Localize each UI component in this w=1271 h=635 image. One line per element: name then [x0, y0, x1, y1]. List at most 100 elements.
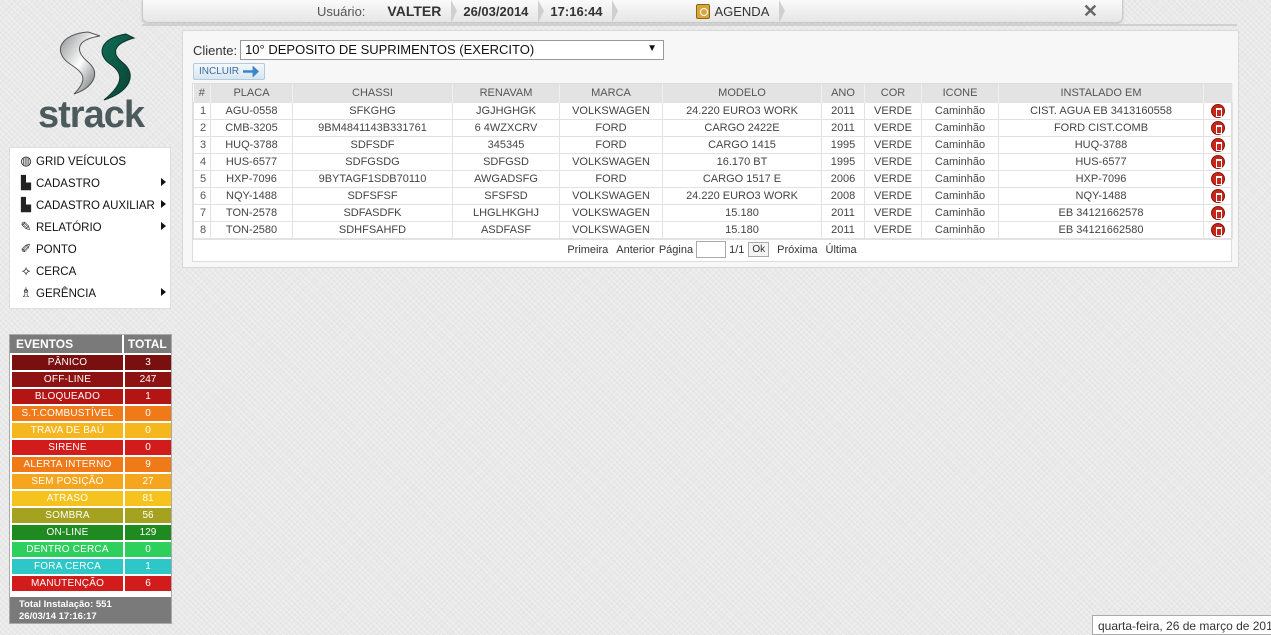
delete-icon[interactable] — [1211, 222, 1225, 237]
table-row[interactable]: 2 CMB-3205 9BM4841143B331761 6 4WZXCRV FORD C… — [193, 118, 1233, 137]
table-row[interactable]: 6 NQY-1488 SDFSFSF SFSFSD VOLKSWAGEN 24.220 E… — [193, 186, 1233, 205]
pager-page-input[interactable] — [696, 241, 727, 258]
event-row[interactable]: MANUTENÇÃO 6 — [12, 576, 171, 591]
column-header: ANO — [821, 84, 865, 102]
event-name: ON-LINE — [12, 525, 123, 540]
table-cell: CARGO 1517 E — [662, 169, 822, 188]
event-row[interactable]: FORA CERCA 1 — [12, 559, 171, 574]
edit-icon: ✎ — [20, 219, 32, 234]
event-total: 56 — [125, 508, 171, 523]
table-row[interactable]: 5 HXP-7096 9BYTAGF1SDB70110 AWGADSFG FORD CAR… — [193, 169, 1233, 188]
pager-next[interactable]: Próxima — [777, 244, 817, 256]
table-cell: LHGLHKGHJ — [452, 203, 560, 222]
table-cell: HUS-6577 — [210, 152, 293, 171]
pager-first[interactable]: Primeira — [567, 244, 608, 256]
event-row[interactable]: OFF-LINE 247 — [12, 372, 171, 387]
event-row[interactable]: SEM POSIÇÃO 27 — [12, 474, 171, 489]
table-cell: 345345 — [452, 135, 560, 154]
event-row[interactable]: ON-LINE 129 — [12, 525, 171, 540]
table-cell: Caminhão — [921, 203, 999, 222]
table-cell: VOLKSWAGEN — [559, 203, 663, 222]
menu-item-ponto[interactable]: ✐ PONTO — [10, 236, 170, 258]
event-row[interactable]: DENTRO CERCA 0 — [12, 542, 171, 557]
event-row[interactable]: ATRASO 81 — [12, 491, 171, 506]
event-total: 247 — [125, 372, 171, 387]
table-cell-actions — [1203, 118, 1233, 137]
events-header-name: EVENTOS — [16, 337, 74, 351]
table-cell: 2011 — [821, 203, 865, 222]
delete-icon[interactable] — [1211, 154, 1225, 169]
delete-icon[interactable] — [1211, 205, 1225, 220]
delete-icon[interactable] — [1211, 103, 1225, 118]
menu-item-cadastro-auxiliar[interactable]: ▙ CADASTRO AUXILIAR — [10, 192, 170, 214]
table-row[interactable]: 7 TON-2578 SDFASDFK LHGLHKGHJ VOLKSWAGEN 15.1… — [193, 203, 1233, 222]
menu-item-cadastro[interactable]: ▙ CADASTRO — [10, 170, 170, 192]
event-row[interactable]: TRAVA DE BAÚ 0 — [12, 423, 171, 438]
menu-item-grid-veiculos[interactable]: ◍ GRID VEÍCULOS — [10, 148, 170, 170]
current-date: 26/03/2014 — [451, 0, 545, 23]
table-row[interactable]: 1 AGU-0558 SFKGHG JGJHGHGK VOLKSWAGEN 24.220 … — [193, 101, 1233, 120]
pager-ok-button[interactable]: Ok — [748, 242, 770, 257]
table-cell: 9BYTAGF1SDB70110 — [292, 169, 453, 188]
table-cell: CMB-3205 — [210, 118, 293, 137]
menu-item-label: RELATÓRIO — [36, 222, 102, 234]
table-cell: HUS-6577 — [998, 152, 1204, 171]
table-cell: SFSFSD — [452, 186, 560, 205]
agenda-button[interactable]: AGENDA — [684, 0, 786, 23]
table-cell: FORD — [559, 169, 663, 188]
column-header: CHASSI — [292, 84, 453, 102]
event-name: FORA CERCA — [12, 559, 123, 574]
table-cell: Caminhão — [921, 118, 999, 137]
table-cell: FORD — [559, 118, 663, 137]
table-cell-actions — [1203, 101, 1233, 120]
close-icon[interactable]: ✕ — [1083, 1, 1098, 22]
delete-icon[interactable] — [1211, 137, 1225, 152]
incluir-label: INCLUIR — [199, 66, 240, 77]
event-name: DENTRO CERCA — [12, 542, 123, 557]
event-name: MANUTENÇÃO — [12, 576, 123, 591]
table-row[interactable]: 3 HUQ-3788 SDFSDF 345345 FORD CARGO 1415 1995 V… — [193, 135, 1233, 154]
menu-item-gerencia[interactable]: ♗ GERÊNCIA — [10, 280, 170, 302]
table-cell: 1995 — [821, 135, 865, 154]
client-select[interactable]: 10° DEPOSITO DE SUPRIMENTOS (EXERCITO) — [240, 40, 665, 60]
logo-text: strack — [38, 94, 145, 136]
event-row[interactable]: ALERTA INTERNO 9 — [12, 457, 171, 472]
user-label-text: Usuário: — [317, 3, 366, 19]
incluir-button[interactable]: INCLUIR — [193, 63, 265, 80]
event-row[interactable]: SIRENE 0 — [12, 440, 171, 455]
event-row[interactable]: BLOQUEADO 1 — [12, 389, 171, 404]
event-name: ATRASO — [12, 491, 123, 506]
delete-icon[interactable] — [1211, 120, 1225, 135]
current-time: 17:16:44 — [538, 0, 619, 23]
table-cell: SFKGHG — [292, 101, 453, 120]
menu-item-cerca[interactable]: ⟡ CERCA — [10, 258, 170, 280]
submenu-arrow-icon — [161, 288, 166, 296]
event-row[interactable]: PÂNICO 3 — [12, 355, 171, 370]
event-total: 27 — [125, 474, 171, 489]
vehicle-panel: Cliente: 10° DEPOSITO DE SUPRIMENTOS (EX… — [182, 30, 1239, 268]
table-row[interactable]: 8 TON-2580 SDHFSAHFD ASDFASF VOLKSWAGEN 15.18… — [193, 220, 1233, 239]
column-header: MARCA — [559, 84, 663, 102]
event-row[interactable]: SOMBRA 56 — [12, 508, 171, 523]
event-name: SOMBRA — [12, 508, 123, 523]
table-header: # PLACA CHASSI RENAVAM MARCA MODELO ANO COR ICON… — [193, 84, 1233, 102]
status-date: quarta-feira, 26 de março de 2014 — [1092, 615, 1271, 635]
client-label: Cliente: — [193, 42, 238, 58]
table-cell: Caminhão — [921, 186, 999, 205]
table-cell: SDHFSAHFD — [292, 220, 453, 239]
table-cell: VERDE — [864, 186, 922, 205]
event-name: S.T.COMBUSTÍVEL — [12, 406, 123, 421]
table-cell: EB 34121662578 — [998, 203, 1204, 222]
delete-icon[interactable] — [1211, 188, 1225, 203]
event-row[interactable]: S.T.COMBUSTÍVEL 0 — [12, 406, 171, 421]
menu-item-relatorio[interactable]: ✎ RELATÓRIO — [10, 214, 170, 236]
table-cell-actions — [1203, 169, 1233, 188]
pager-prev[interactable]: Anterior — [616, 244, 655, 256]
table-cell: 2011 — [821, 118, 865, 137]
event-name: SIRENE — [12, 440, 123, 455]
delete-icon[interactable] — [1211, 171, 1225, 186]
table-cell: SDFSDF — [292, 135, 453, 154]
table-row[interactable]: 4 HUS-6577 SDFGSDG SDFGSD VOLKSWAGEN 16.170 B… — [193, 152, 1233, 171]
pager-last[interactable]: Última — [826, 244, 857, 256]
globe-icon: ◍ — [20, 153, 32, 168]
